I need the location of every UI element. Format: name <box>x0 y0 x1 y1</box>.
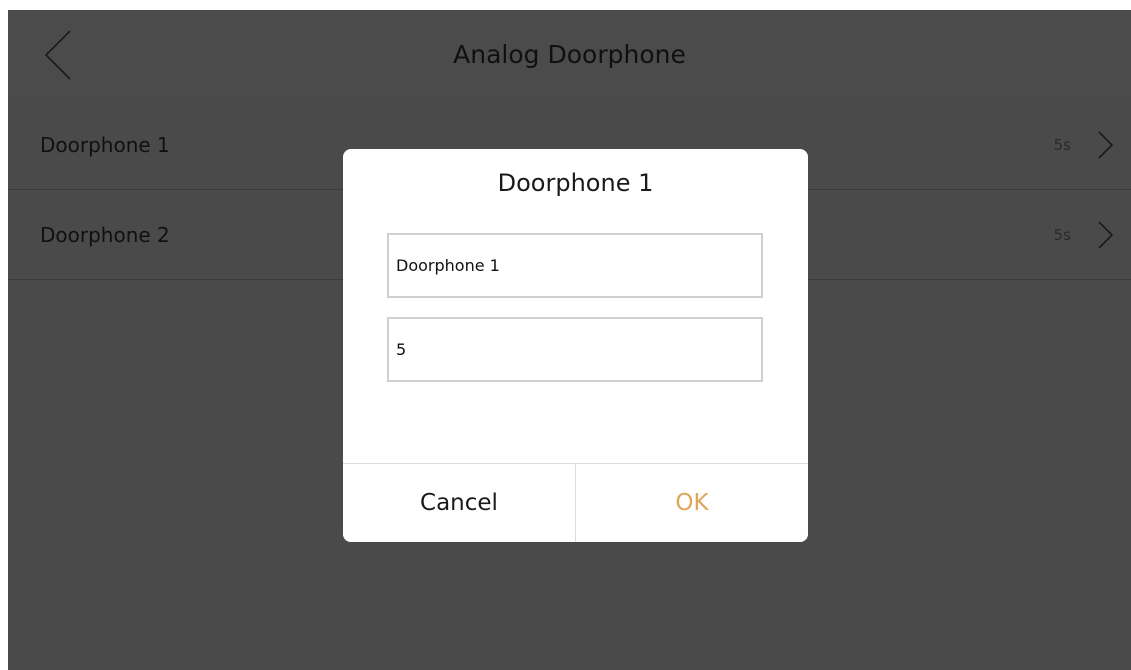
ok-button[interactable]: OK <box>576 464 808 542</box>
list-item-label: Doorphone 2 <box>40 223 170 247</box>
dialog-title: Doorphone 1 <box>497 169 654 197</box>
time-input[interactable] <box>389 319 761 380</box>
list-item-value: 5s <box>1053 136 1071 154</box>
list-item-label: Doorphone 1 <box>40 133 170 157</box>
time-field <box>387 317 763 382</box>
chevron-right-icon <box>1098 131 1114 159</box>
edit-doorphone-dialog: Doorphone 1 Cancel OK <box>343 149 808 542</box>
cancel-button[interactable]: Cancel <box>343 464 576 542</box>
name-field <box>387 233 763 298</box>
list-item-value: 5s <box>1053 226 1071 244</box>
page-title: Analog Doorphone <box>453 40 686 69</box>
chevron-right-icon <box>1098 221 1114 249</box>
title-bar: Analog Doorphone <box>8 10 1131 100</box>
name-input[interactable] <box>389 235 761 296</box>
dialog-actions: Cancel OK <box>343 463 808 542</box>
app-screen: Analog Doorphone Doorphone 1 5s Doorphon… <box>8 10 1131 670</box>
